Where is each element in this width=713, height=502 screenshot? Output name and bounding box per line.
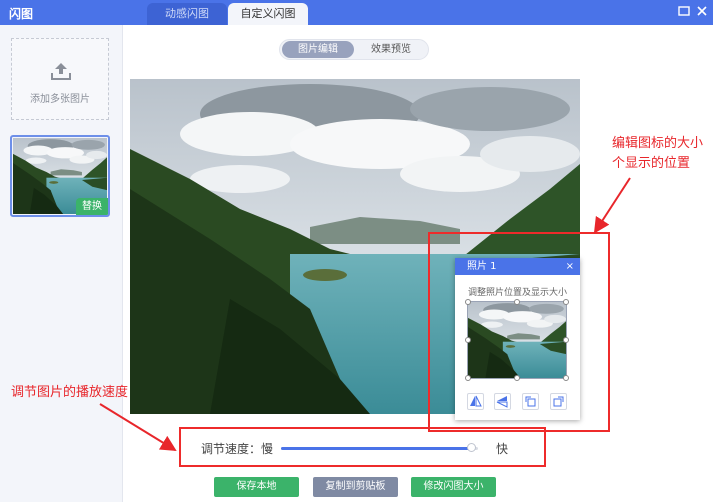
speed-slider-knob[interactable] (467, 443, 477, 452)
annotation-arrows (99, 177, 631, 452)
speed-slider-fill (281, 447, 473, 450)
speed-label: 调节速度：慢 (201, 442, 274, 456)
resize-flash-button[interactable]: 修改闪图大小 (411, 477, 496, 497)
speed-slider[interactable] (281, 443, 478, 452)
speed-fast-label: 快 (496, 442, 509, 456)
copy-to-clipboard-button[interactable]: 复制到剪贴板 (313, 477, 398, 497)
save-local-button[interactable]: 保存本地 (214, 477, 299, 497)
